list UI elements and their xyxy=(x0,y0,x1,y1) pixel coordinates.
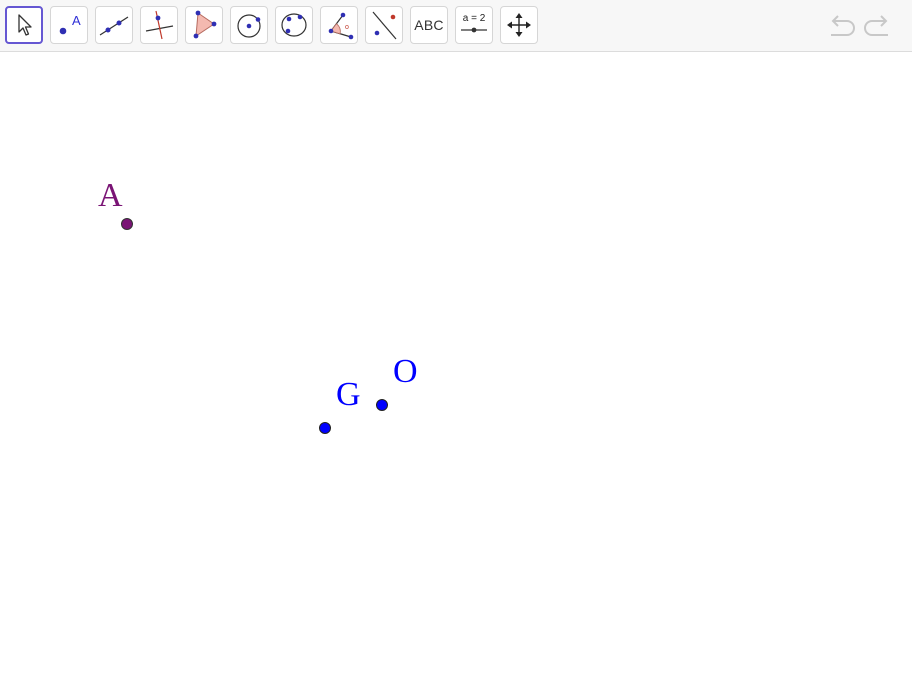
circle-icon xyxy=(237,14,261,38)
point-o[interactable] xyxy=(376,399,388,411)
line-icon xyxy=(99,16,129,36)
move-graphics-view-tool-button[interactable] xyxy=(500,6,538,44)
redo-button[interactable] xyxy=(861,11,895,41)
point-label-o[interactable]: O xyxy=(393,355,418,389)
point-icon: A xyxy=(59,13,81,35)
slider-icon: a = 2 xyxy=(461,13,487,33)
point-g[interactable] xyxy=(319,422,331,434)
undo-button[interactable] xyxy=(824,11,858,41)
perpendicular-line-tool-button[interactable] xyxy=(140,6,178,44)
angle-icon: o xyxy=(328,12,354,40)
undo-icon xyxy=(831,15,855,36)
perpendicular-line-icon xyxy=(145,10,174,40)
point-a[interactable] xyxy=(121,218,133,230)
graphics-view[interactable]: A G O xyxy=(0,53,912,679)
line-tool-button[interactable] xyxy=(95,6,133,44)
reflect-tool-button[interactable] xyxy=(365,6,403,44)
point-label-a[interactable]: A xyxy=(98,179,123,213)
point-tool-button[interactable]: A xyxy=(50,6,88,44)
cursor-arrow-icon xyxy=(18,14,32,36)
redo-icon xyxy=(864,15,888,36)
circle-tool-button[interactable] xyxy=(230,6,268,44)
text-tool-label: ABC xyxy=(414,17,444,33)
four-way-arrows-icon xyxy=(507,13,531,37)
toolbar: A o ABC a = 2 xyxy=(0,0,912,52)
circle-three-points-icon xyxy=(281,13,307,37)
text-tool-button[interactable]: ABC xyxy=(410,6,448,44)
point-label-g[interactable]: G xyxy=(336,378,361,412)
svg-text:o: o xyxy=(345,24,349,31)
angle-tool-button[interactable]: o xyxy=(320,6,358,44)
polygon-icon xyxy=(193,10,217,39)
polygon-tool-button[interactable] xyxy=(185,6,223,44)
move-tool-button[interactable] xyxy=(5,6,43,44)
circle-three-points-tool-button[interactable] xyxy=(275,6,313,44)
reflect-icon xyxy=(372,11,397,40)
svg-text:A: A xyxy=(72,13,81,28)
slider-tool-button[interactable]: a = 2 xyxy=(455,6,493,44)
svg-text:a = 2: a = 2 xyxy=(463,13,486,24)
